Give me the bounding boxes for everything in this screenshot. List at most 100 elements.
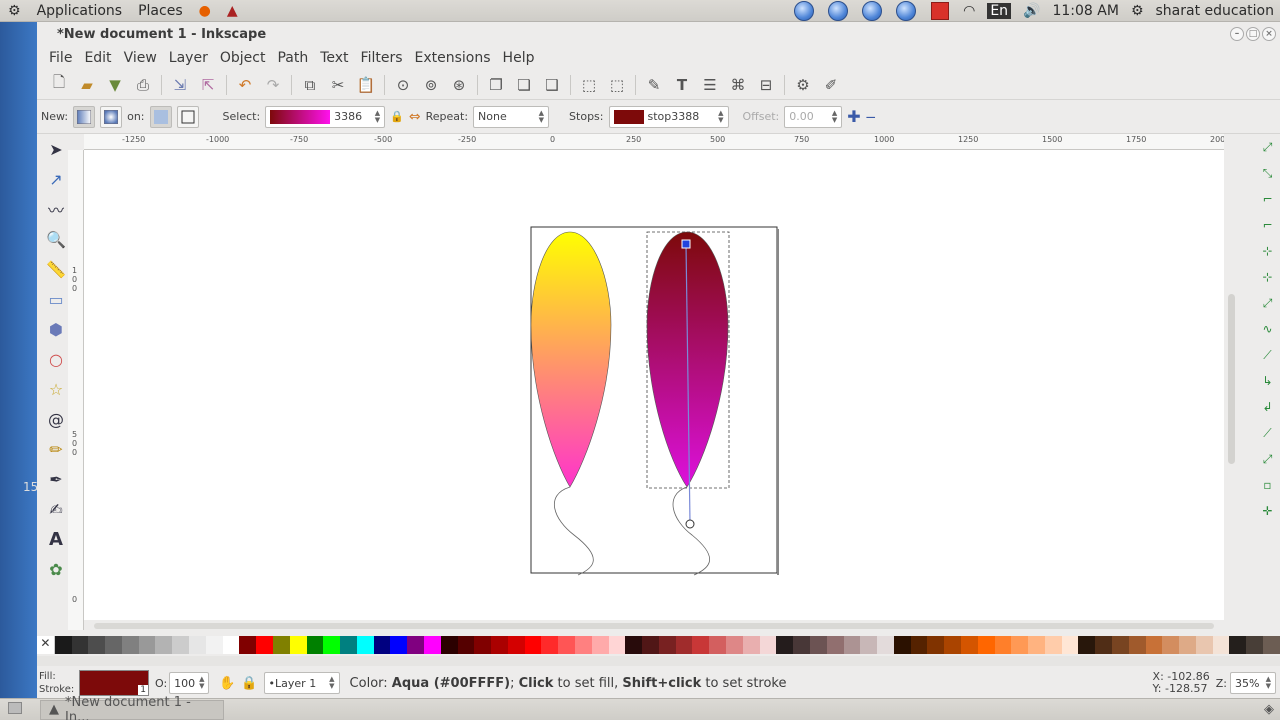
palette-swatch[interactable] bbox=[910, 636, 928, 654]
globe-icon[interactable] bbox=[828, 0, 849, 21]
palette-swatch[interactable] bbox=[222, 636, 240, 654]
spray-tool-icon[interactable]: ✿ bbox=[41, 554, 71, 584]
palette-swatch[interactable] bbox=[591, 636, 609, 654]
show-desktop-icon[interactable] bbox=[8, 702, 22, 714]
palette-swatch[interactable] bbox=[323, 636, 341, 654]
delete-stop-icon[interactable]: ‒ bbox=[866, 107, 876, 126]
vertical-scrollbar[interactable] bbox=[1224, 134, 1240, 630]
menu-path[interactable]: Path bbox=[271, 50, 314, 66]
palette-swatch[interactable] bbox=[642, 636, 659, 654]
palette-swatch[interactable] bbox=[491, 636, 508, 654]
palette-swatch[interactable] bbox=[1195, 636, 1213, 654]
palette-swatch[interactable] bbox=[440, 636, 458, 654]
palette-swatch[interactable] bbox=[927, 636, 945, 654]
palette-swatch[interactable] bbox=[1095, 636, 1112, 654]
maximize-icon[interactable]: □ bbox=[1246, 27, 1260, 41]
palette-swatch[interactable] bbox=[1229, 636, 1247, 654]
palette-swatch[interactable] bbox=[1112, 636, 1129, 654]
gradient-end-handle[interactable] bbox=[685, 519, 695, 529]
minimize-icon[interactable]: – bbox=[1230, 27, 1244, 41]
palette-swatch[interactable] bbox=[390, 636, 408, 654]
node-tool-icon[interactable]: ↗ bbox=[41, 164, 71, 194]
taskbar-item-inkscape[interactable]: ▲ *New document 1 - In... bbox=[40, 695, 224, 720]
copy-icon[interactable]: ⧉ bbox=[296, 72, 324, 98]
palette-swatch[interactable] bbox=[575, 636, 592, 654]
palette-swatch[interactable] bbox=[256, 636, 273, 654]
palette-swatch[interactable] bbox=[759, 636, 777, 654]
palette-swatch[interactable] bbox=[1044, 636, 1062, 654]
palette-swatch[interactable] bbox=[1078, 636, 1096, 654]
snap-nodes-icon[interactable]: ⤢ bbox=[1255, 290, 1280, 316]
scroll-thumb[interactable] bbox=[1228, 294, 1235, 464]
snap-midpoint-icon[interactable]: ⟋ bbox=[1255, 420, 1280, 446]
palette-swatch[interactable] bbox=[977, 636, 995, 654]
snap-rotation-icon[interactable]: ▫ bbox=[1255, 472, 1280, 498]
ungroup-icon[interactable]: ⬚ bbox=[603, 72, 631, 98]
snap-intersections-icon[interactable]: ⟋ bbox=[1255, 342, 1280, 368]
scroll-thumb[interactable] bbox=[94, 623, 1214, 629]
pen-tool-icon[interactable]: ✒ bbox=[41, 464, 71, 494]
places-menu[interactable]: Places bbox=[130, 3, 191, 19]
no-paint-swatch[interactable]: ✕ bbox=[37, 636, 55, 654]
menu-edit[interactable]: Edit bbox=[78, 50, 117, 66]
zoom-page-icon[interactable]: ⊛ bbox=[445, 72, 473, 98]
fill-indicator[interactable]: 1 bbox=[79, 670, 149, 696]
globe-icon[interactable] bbox=[794, 0, 815, 21]
palette-swatch[interactable] bbox=[88, 636, 106, 654]
palette-swatch[interactable] bbox=[423, 636, 441, 654]
palette-swatch[interactable] bbox=[675, 636, 693, 654]
text-tool-icon[interactable]: A bbox=[41, 524, 71, 554]
reverse-icon[interactable]: ⇔ bbox=[409, 109, 421, 125]
palette-swatch[interactable] bbox=[793, 636, 810, 654]
layer-select[interactable]: •Layer 1 ▲ ▼ bbox=[263, 672, 340, 694]
palette-swatch[interactable] bbox=[189, 636, 206, 654]
redo-icon[interactable]: ↷ bbox=[259, 72, 287, 98]
apply-stroke-button[interactable] bbox=[176, 105, 199, 128]
menu-extensions[interactable]: Extensions bbox=[409, 50, 497, 66]
visibility-icon[interactable]: ✋ bbox=[219, 676, 235, 691]
palette-swatch[interactable] bbox=[1061, 636, 1079, 654]
snap-bbox-icon[interactable]: ⤡ bbox=[1255, 160, 1280, 186]
menu-object[interactable]: Object bbox=[214, 50, 272, 66]
record-icon[interactable] bbox=[931, 1, 950, 20]
palette-swatch[interactable] bbox=[1179, 636, 1196, 654]
snap-corners-icon[interactable]: ⌐ bbox=[1255, 212, 1280, 238]
palette-swatch[interactable] bbox=[558, 636, 575, 654]
settings-icon[interactable]: ⚙ bbox=[1131, 3, 1144, 19]
apply-fill-button[interactable] bbox=[149, 105, 172, 128]
palette-swatch[interactable] bbox=[709, 636, 727, 654]
palette-swatch[interactable] bbox=[306, 636, 324, 654]
snap-paths-icon[interactable]: ∿ bbox=[1255, 316, 1280, 342]
palette-swatch[interactable] bbox=[172, 636, 190, 654]
export-icon[interactable]: ⇱ bbox=[194, 72, 222, 98]
fill-stroke-icon[interactable]: ✎ bbox=[640, 72, 668, 98]
undo-icon[interactable]: ↶ bbox=[231, 72, 259, 98]
volume-icon[interactable]: 🔊 bbox=[1023, 3, 1040, 19]
snap-smooth-icon[interactable]: ↲ bbox=[1255, 394, 1280, 420]
lock-layer-icon[interactable]: 🔒 bbox=[241, 676, 257, 691]
palette-swatch[interactable] bbox=[658, 636, 676, 654]
insert-stop-icon[interactable]: ✚ bbox=[847, 107, 860, 126]
snap-edges-icon[interactable]: ⌐ bbox=[1255, 186, 1280, 212]
workspace-icon[interactable]: ◈ bbox=[1264, 702, 1274, 717]
globe-icon[interactable] bbox=[862, 0, 883, 21]
text-font-icon[interactable]: T bbox=[668, 72, 696, 98]
palette-swatch[interactable] bbox=[105, 636, 122, 654]
stroke-width[interactable]: 1 bbox=[138, 685, 148, 695]
ellipse-tool-icon[interactable]: ○ bbox=[41, 344, 71, 374]
linear-gradient-button[interactable] bbox=[73, 105, 96, 128]
color-palette[interactable]: ✕ bbox=[37, 636, 1280, 654]
document-properties-icon[interactable]: ✐ bbox=[817, 72, 845, 98]
palette-swatch[interactable] bbox=[457, 636, 475, 654]
tweak-tool-icon[interactable]: 〰 bbox=[41, 194, 71, 224]
palette-swatch[interactable] bbox=[608, 636, 626, 654]
snap-centers-icon[interactable]: ⊹ bbox=[1255, 264, 1280, 290]
new-document-icon[interactable]: 🗋 bbox=[45, 72, 73, 98]
rectangle-tool-icon[interactable]: ▭ bbox=[41, 284, 71, 314]
language-indicator[interactable]: En bbox=[987, 2, 1012, 19]
palette-swatch[interactable] bbox=[340, 636, 357, 654]
stops-select[interactable]: stop3388 ▲ ▼ bbox=[608, 105, 729, 128]
menu-file[interactable]: File bbox=[43, 50, 78, 66]
palette-swatch[interactable] bbox=[541, 636, 559, 654]
group-icon[interactable]: ⬚ bbox=[575, 72, 603, 98]
